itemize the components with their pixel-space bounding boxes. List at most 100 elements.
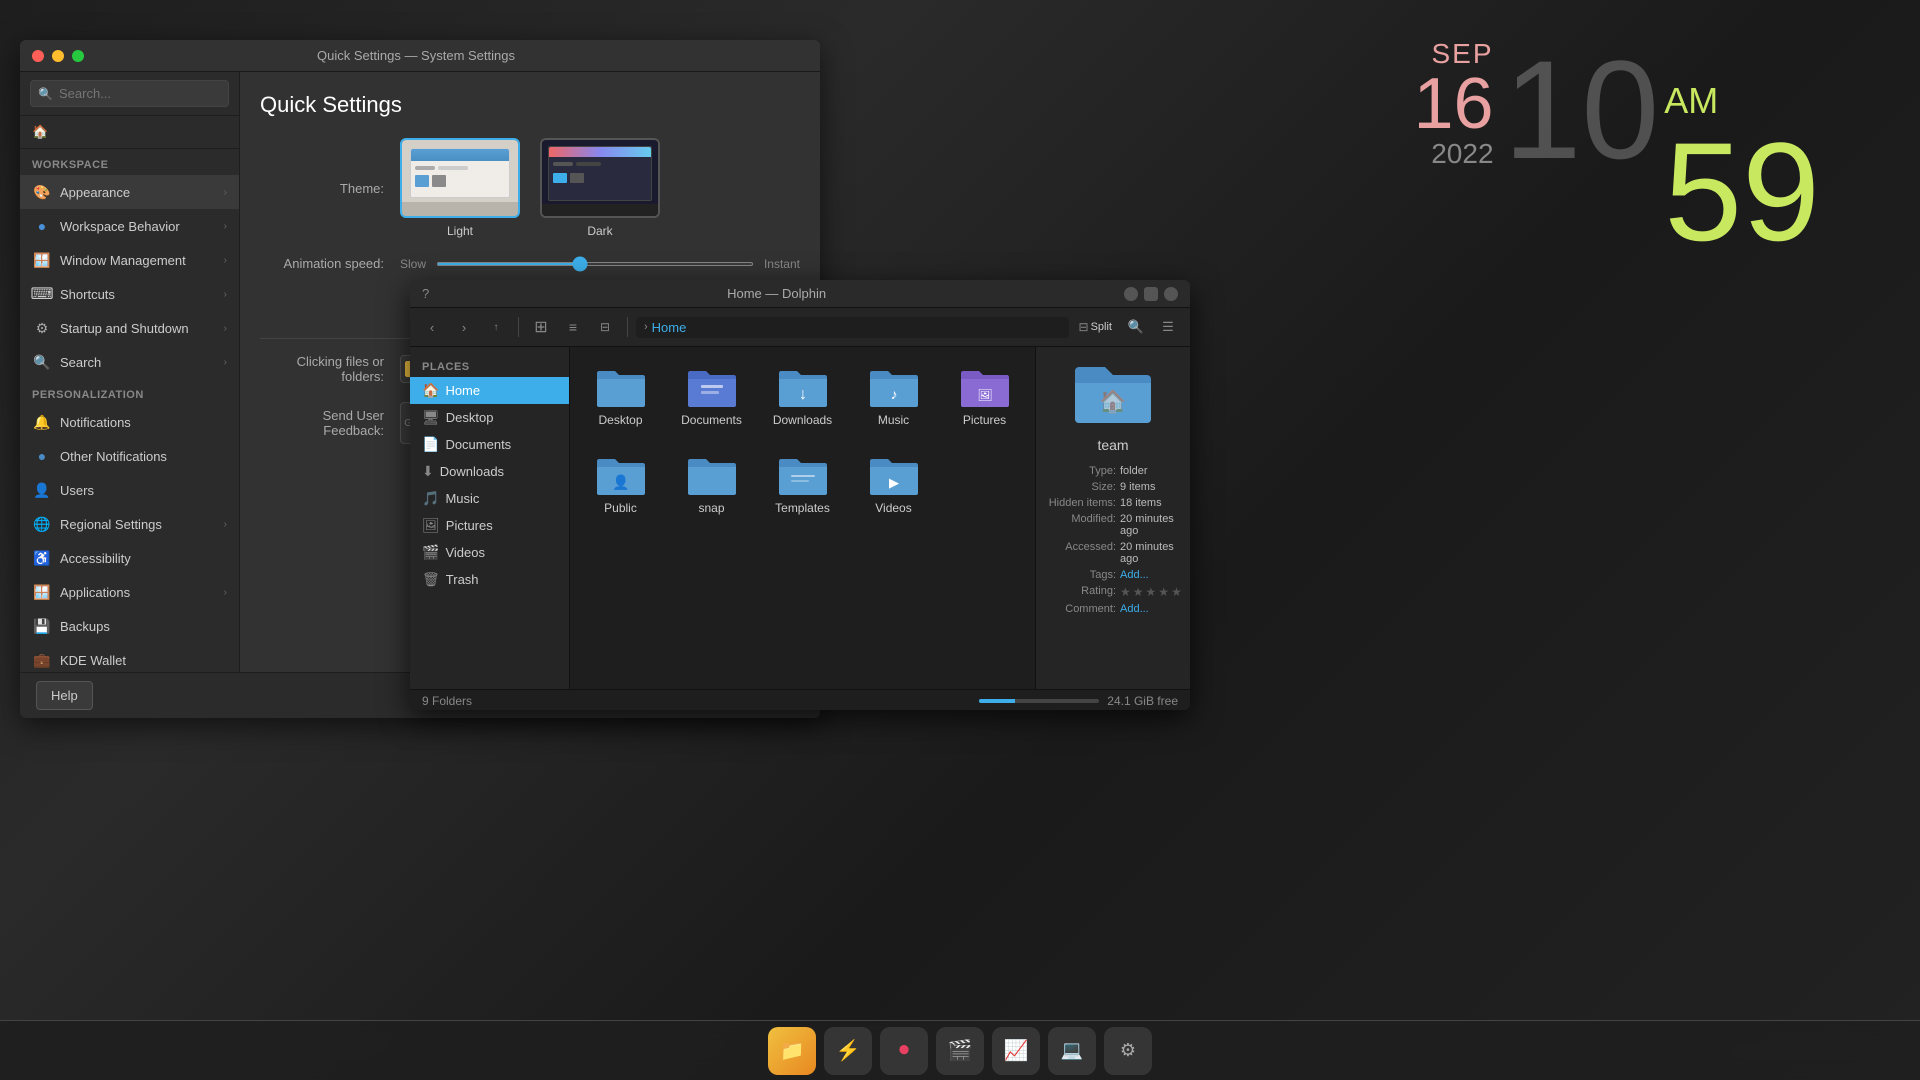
fm-places-trash[interactable]: 🗑 Trash — [410, 566, 569, 593]
fm-item-public[interactable]: 👤 Public — [580, 445, 661, 523]
fm-maximize-button[interactable] — [1144, 287, 1158, 301]
star-2: ★ — [1133, 585, 1144, 599]
appearance-arrow: › — [224, 187, 227, 198]
sidebar-item-kde-wallet[interactable]: 💼 KDE Wallet — [20, 643, 239, 672]
fm-tree-view-button[interactable]: ⊟ — [591, 313, 619, 341]
fm-places-documents[interactable]: 📄 Documents — [410, 431, 569, 458]
taskbar-item-app2[interactable]: ⚡ — [824, 1027, 872, 1075]
videos-folder-name: Videos — [875, 501, 911, 515]
fm-item-videos[interactable]: ▶ Videos — [853, 445, 934, 523]
documents-folder-name: Documents — [681, 413, 742, 427]
sidebar-item-other-notifications[interactable]: ● Other Notifications — [20, 439, 239, 473]
fm-places-videos[interactable]: 🎬 Videos — [410, 539, 569, 566]
svg-text:▶: ▶ — [889, 475, 899, 490]
fm-item-templates[interactable]: Templates — [762, 445, 843, 523]
app3-taskbar-icon: ⏺ — [899, 1039, 909, 1062]
fm-detail-comment-val[interactable]: Add... — [1120, 603, 1180, 615]
accessibility-icon: ♿ — [32, 548, 52, 568]
taskbar-item-app3[interactable]: ⏺ — [880, 1027, 928, 1075]
fm-places-music[interactable]: 🎵 Music — [410, 485, 569, 512]
fm-detail-hidden-val: 18 items — [1120, 497, 1180, 509]
fm-back-button[interactable]: ‹ — [418, 313, 446, 341]
backups-label: Backups — [60, 619, 110, 634]
downloads-place-label: Downloads — [440, 464, 504, 479]
taskbar-item-app5[interactable]: 📈 — [992, 1027, 1040, 1075]
star-1: ★ — [1120, 585, 1131, 599]
taskbar-item-app6[interactable]: 💻 — [1048, 1027, 1096, 1075]
fm-statusbar: 9 Folders 24.1 GiB free — [410, 689, 1190, 710]
templates-folder-name: Templates — [775, 501, 830, 515]
window-management-icon: 🪟 — [32, 250, 52, 270]
animation-slider-container: Slow Instant — [400, 257, 800, 271]
fm-grid-view-button[interactable]: ⊞ — [527, 313, 555, 341]
fm-item-pictures[interactable]: 🖼 Pictures — [944, 357, 1025, 435]
sidebar-item-search[interactable]: 🔍 Search › — [20, 345, 239, 379]
startup-arrow: › — [224, 323, 227, 334]
taskbar-item-app4[interactable]: 🎬 — [936, 1027, 984, 1075]
taskbar-item-files[interactable]: 📁 — [768, 1027, 816, 1075]
animation-slow-label: Slow — [400, 257, 426, 271]
fm-location-bar[interactable]: › Home — [636, 317, 1069, 338]
fm-places-sidebar: Places 🏠 Home 🖥 Desktop 📄 Documents ⬇ Do… — [410, 347, 570, 689]
window-titlebar: Quick Settings — System Settings — [20, 40, 820, 72]
fm-item-snap[interactable]: snap — [671, 445, 752, 523]
fm-item-documents[interactable]: Documents — [671, 357, 752, 435]
fm-detail-rating-stars[interactable]: ★ ★ ★ ★ ★ — [1120, 585, 1182, 599]
fm-places-home[interactable]: 🏠 Home — [410, 377, 569, 404]
fm-minimize-button[interactable] — [1124, 287, 1138, 301]
fm-menu-button[interactable]: ☰ — [1154, 313, 1182, 341]
fm-detail-tags-key: Tags: — [1046, 569, 1116, 581]
sidebar-item-notifications[interactable]: 🔔 Notifications — [20, 405, 239, 439]
star-3: ★ — [1146, 585, 1157, 599]
sidebar-item-regional-settings[interactable]: 🌐 Regional Settings › — [20, 507, 239, 541]
theme-light-option[interactable]: Light — [400, 138, 520, 238]
maximize-button[interactable] — [72, 50, 84, 62]
sidebar-item-appearance[interactable]: 🎨 Appearance › — [20, 175, 239, 209]
sidebar-item-applications[interactable]: 🪟 Applications › — [20, 575, 239, 609]
fm-places-pictures[interactable]: 🖼 Pictures — [410, 512, 569, 539]
sidebar-item-backups[interactable]: 💾 Backups — [20, 609, 239, 643]
fm-detail-panel: 🏠 team Type: folder Size: 9 items Hidden… — [1035, 347, 1190, 689]
fm-list-view-button[interactable]: ≡ — [559, 313, 587, 341]
fm-item-downloads[interactable]: ↓ Downloads — [762, 357, 843, 435]
fm-storage-bar — [979, 699, 1099, 703]
close-button[interactable] — [32, 50, 44, 62]
pictures-folder-name: Pictures — [963, 413, 1006, 427]
fm-up-button[interactable]: ↑ — [482, 313, 510, 341]
minimize-button[interactable] — [52, 50, 64, 62]
fm-detail-tags-val[interactable]: Add... — [1120, 569, 1180, 581]
fm-places-desktop[interactable]: 🖥 Desktop — [410, 404, 569, 431]
taskbar-item-app7[interactable]: ⚙ — [1104, 1027, 1152, 1075]
fm-help-button[interactable]: ? — [422, 286, 429, 301]
fm-search-button[interactable]: 🔍 — [1122, 313, 1150, 341]
music-folder-name: Music — [878, 413, 909, 427]
sidebar-item-shortcuts[interactable]: ⌨ Shortcuts › — [20, 277, 239, 311]
home-button[interactable]: 🏠 — [20, 116, 239, 149]
fm-body: Places 🏠 Home 🖥 Desktop 📄 Documents ⬇ Do… — [410, 347, 1190, 689]
fm-detail-modified-row: Modified: 20 minutes ago — [1046, 513, 1180, 537]
clock-date: SEP 16 2022 — [1413, 40, 1493, 168]
animation-instant-label: Instant — [764, 257, 800, 271]
animation-slider[interactable] — [436, 262, 754, 266]
sidebar-item-window-management[interactable]: 🪟 Window Management › — [20, 243, 239, 277]
sidebar-item-workspace-behavior[interactable]: ● Workspace Behavior › — [20, 209, 239, 243]
sidebar-item-users[interactable]: 👤 Users — [20, 473, 239, 507]
wm-arrow: › — [224, 255, 227, 266]
light-theme-name: Light — [447, 224, 473, 238]
snap-folder-name: snap — [698, 501, 724, 515]
search-input[interactable] — [30, 80, 229, 107]
fm-places-downloads[interactable]: ⬇ Downloads — [410, 458, 569, 485]
search-arrow: › — [224, 357, 227, 368]
fm-close-button[interactable] — [1164, 287, 1178, 301]
downloads-place-icon: ⬇ — [422, 463, 434, 480]
videos-place-label: Videos — [445, 545, 485, 560]
sidebar-item-startup-shutdown[interactable]: ⚙ Startup and Shutdown › — [20, 311, 239, 345]
fm-detail-comment-key: Comment: — [1046, 603, 1116, 615]
fm-item-music[interactable]: ♪ Music — [853, 357, 934, 435]
sidebar-item-accessibility[interactable]: ♿ Accessibility — [20, 541, 239, 575]
theme-dark-option[interactable]: Dark — [540, 138, 660, 238]
fm-split-button[interactable]: ⊟ Split — [1073, 313, 1118, 341]
help-button[interactable]: Help — [36, 681, 93, 710]
fm-item-desktop[interactable]: Desktop — [580, 357, 661, 435]
fm-forward-button[interactable]: › — [450, 313, 478, 341]
